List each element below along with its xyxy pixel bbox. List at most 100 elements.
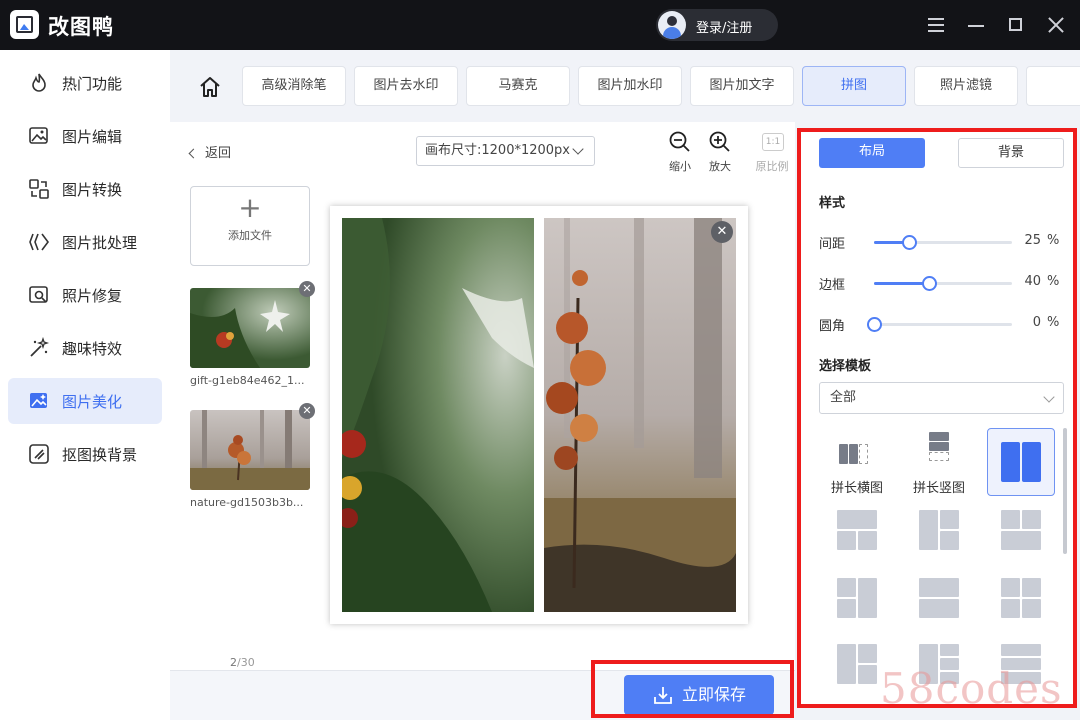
tool-advanced-eraser[interactable]: 高级消除笔	[242, 66, 346, 106]
template-long-horizontal[interactable]: 拼长横图	[823, 430, 891, 496]
zoom-out-label: 缩小	[669, 160, 691, 173]
toolbar: 高级消除笔 图片去水印 马赛克 图片加水印 图片加文字 拼图 照片滤镜	[170, 50, 1080, 122]
sidebar-item-beautify[interactable]: 图片美化	[8, 378, 162, 424]
flame-icon	[32, 73, 46, 92]
template-preview-icon	[837, 436, 877, 476]
slider-label: 间距	[819, 237, 846, 252]
sidebar-item-effects[interactable]: 趣味特效	[8, 325, 162, 371]
sidebar-item-cutout[interactable]: 抠图换背景	[8, 431, 162, 477]
sidebar-item-label: 图片美化	[62, 393, 123, 411]
tool-photo-filter[interactable]: 照片滤镜	[914, 66, 1018, 106]
template-preview-icon	[1001, 442, 1041, 482]
template-preview-icon	[919, 432, 959, 472]
home-icon[interactable]	[198, 75, 222, 99]
template-option[interactable]	[919, 578, 959, 618]
collage-canvas[interactable]	[330, 206, 748, 624]
tool-collage[interactable]: 拼图	[802, 66, 906, 106]
template-two-columns[interactable]	[987, 428, 1055, 496]
sidebar-item-label: 图片编辑	[62, 128, 123, 146]
file-thumbnail[interactable]	[190, 410, 310, 490]
sidebar-item-label: 抠图换背景	[62, 446, 138, 464]
sidebar-item-label: 趣味特效	[62, 340, 123, 358]
sidebar-item-batch[interactable]: 图片批处理	[8, 219, 162, 265]
remove-file-icon[interactable]: ✕	[299, 281, 315, 297]
slider-label: 圆角	[819, 319, 846, 334]
original-ratio-button[interactable]: 1:1 原比例	[752, 130, 792, 174]
file-name: nature-gd1503b3b...	[190, 496, 304, 509]
sidebar-item-repair[interactable]: 照片修复	[8, 272, 162, 318]
slider-handle[interactable]	[867, 317, 882, 332]
app-title: 改图鸭	[48, 15, 114, 39]
menu-icon[interactable]	[927, 16, 945, 34]
gift-photo	[342, 218, 534, 612]
zoom-in-icon	[709, 131, 730, 152]
highlight-frame	[591, 660, 794, 718]
slider-handle[interactable]	[922, 276, 938, 291]
template-option[interactable]	[1001, 510, 1041, 550]
template-option[interactable]	[837, 578, 877, 618]
sidebar-item-label: 图片转换	[62, 181, 123, 199]
slider-track[interactable]	[867, 317, 1012, 332]
panel-scrollbar[interactable]	[1063, 428, 1067, 554]
template-option[interactable]	[837, 510, 877, 550]
close-icon[interactable]	[1047, 16, 1065, 34]
slider-value: 0	[1032, 315, 1041, 330]
minimize-icon[interactable]	[967, 16, 985, 34]
zoom-in-button[interactable]: 放大	[700, 130, 740, 174]
add-file-button[interactable]: + 添加文件	[190, 186, 310, 266]
tool-mosaic[interactable]: 马赛克	[466, 66, 570, 106]
slider-track[interactable]	[874, 276, 1012, 291]
tool-add-text[interactable]: 图片加文字	[690, 66, 794, 106]
sidebar: 热门功能 图片编辑 图片转换 图片批处理 照片修复 趣味特效 图片美化 抠图换背…	[0, 50, 170, 720]
sidebar-item-label: 热门功能	[62, 75, 123, 93]
tool-remove-watermark[interactable]: 图片去水印	[354, 66, 458, 106]
tab-background[interactable]: 背景	[958, 138, 1064, 168]
tab-layout[interactable]: 布局	[819, 138, 925, 168]
slider-handle[interactable]	[901, 235, 917, 250]
collage-photo-left[interactable]	[342, 218, 534, 612]
canvas-size-select[interactable]: 画布尺寸:1200*1200px	[416, 136, 595, 166]
spacing-slider[interactable]: 间距 25 %	[819, 232, 1069, 252]
back-button[interactable]: 返回	[188, 142, 231, 161]
slider-track[interactable]	[874, 235, 1012, 250]
tool-add-watermark[interactable]: 图片加水印	[578, 66, 682, 106]
ratio-icon: 1:1	[762, 133, 784, 151]
login-button[interactable]: 登录/注册	[656, 9, 778, 41]
nature-thumbnail-image	[190, 410, 310, 490]
convert-icon	[29, 179, 49, 199]
tool-more-partial[interactable]	[1026, 66, 1080, 106]
forest-photo	[544, 218, 736, 612]
file-thumbnail[interactable]	[190, 288, 310, 368]
collage-settings-panel: 布局 背景 样式 间距 25 % 边框 40 % 圆角 0 % 选择模板 全部 …	[797, 128, 1077, 708]
plus-icon: +	[238, 191, 262, 224]
beautify-icon	[30, 393, 47, 408]
template-long-vertical[interactable]: 拼长竖图	[905, 430, 973, 496]
add-file-label: 添加文件	[228, 229, 272, 242]
template-heading: 选择模板	[819, 359, 872, 374]
template-option[interactable]	[1001, 578, 1041, 618]
sidebar-item-edit[interactable]: 图片编辑	[8, 113, 162, 159]
template-filter-select[interactable]: 全部	[819, 382, 1064, 414]
title-bar: 改图鸭 登录/注册	[0, 0, 1080, 50]
sidebar-item-convert[interactable]: 图片转换	[8, 166, 162, 212]
image-edit-icon	[29, 127, 48, 144]
corner-radius-slider[interactable]: 圆角 0 %	[819, 314, 1069, 334]
chevron-down-icon	[1043, 391, 1055, 403]
template-option[interactable]	[919, 510, 959, 550]
template-label: 拼长竖图	[912, 481, 965, 496]
remove-photo-icon[interactable]: ✕	[711, 221, 733, 243]
avatar	[658, 11, 686, 39]
remove-file-icon[interactable]: ✕	[299, 403, 315, 419]
maximize-icon[interactable]	[1007, 16, 1025, 34]
style-heading: 样式	[819, 196, 846, 211]
canvas-size-label: 画布尺寸:1200*1200px	[425, 143, 570, 158]
gift-thumbnail-image	[190, 288, 310, 368]
chevron-left-icon	[188, 148, 199, 159]
collage-photo-right[interactable]	[544, 218, 736, 612]
zoom-out-button[interactable]: 缩小	[660, 130, 700, 174]
border-slider[interactable]: 边框 40 %	[819, 273, 1069, 293]
canvas-area: 返回 画布尺寸:1200*1200px 缩小 放大 1:1 原比例 + 添加文件…	[170, 122, 795, 670]
sidebar-item-hot[interactable]: 热门功能	[8, 60, 162, 106]
cutout-icon	[29, 444, 49, 464]
template-option[interactable]	[837, 644, 877, 684]
